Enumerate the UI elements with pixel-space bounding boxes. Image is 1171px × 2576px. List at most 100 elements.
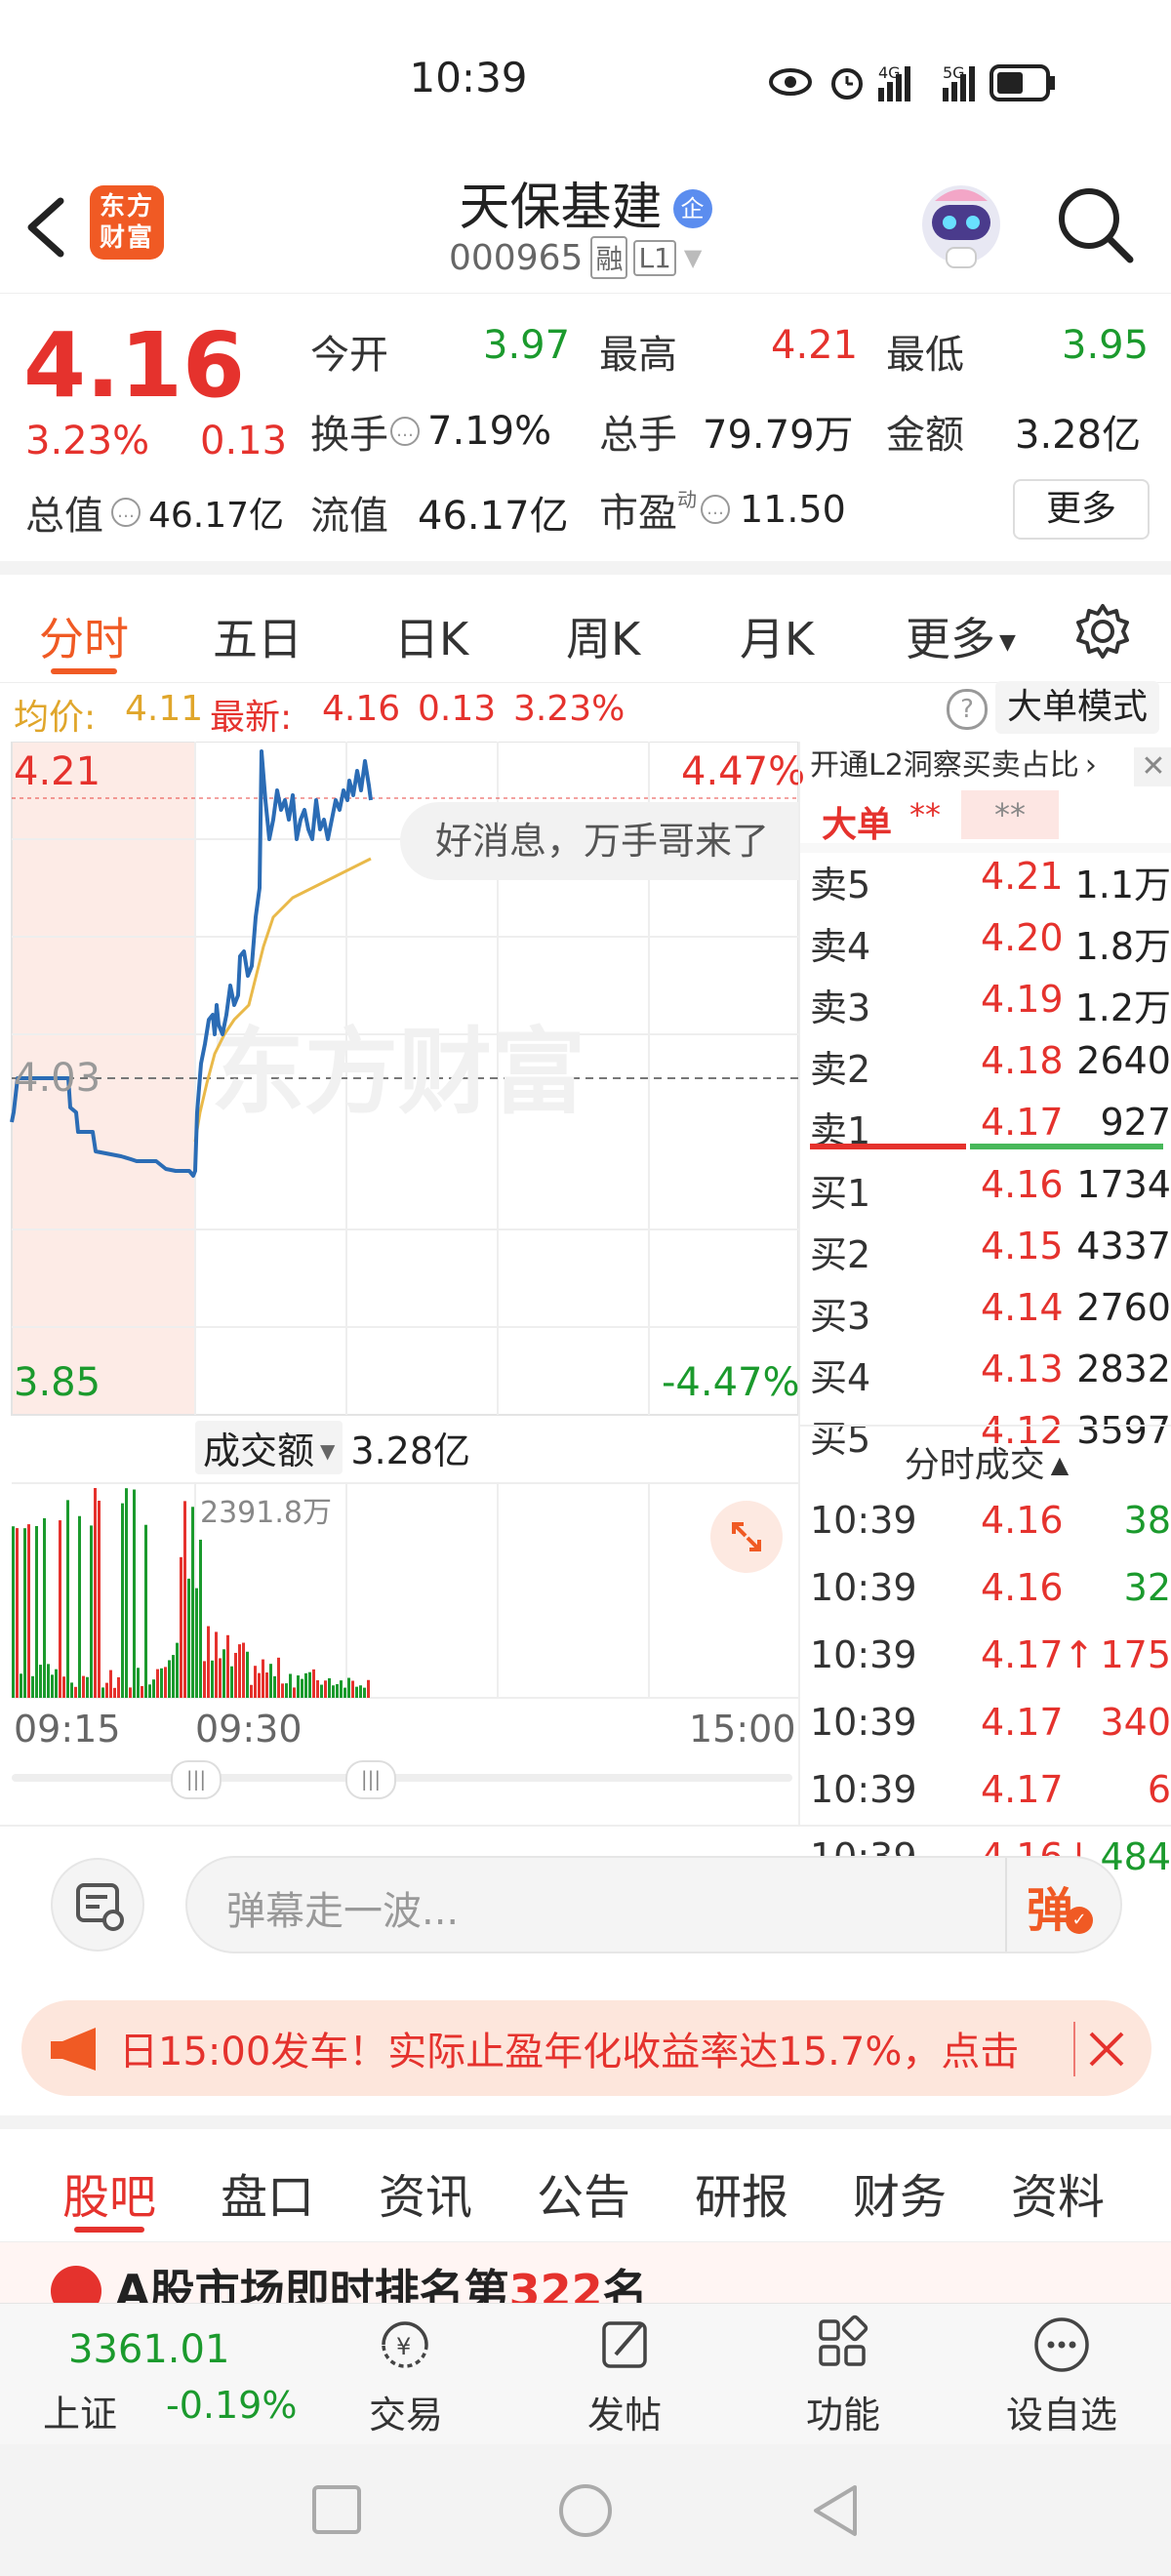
tab-pankou[interactable]: 盘口 [221,2158,314,2227]
ask-row[interactable]: 卖4 4.20 1.8万 [810,916,1171,968]
danmu-input[interactable]: 弹幕走一波... 弹 ✓ [185,1856,1122,1953]
time-label-start: 09:15 [14,1708,121,1751]
index-value[interactable]: 3361.01 [68,2327,229,2372]
volume-bar [332,1685,335,1698]
ask-row[interactable]: 卖2 4.18 2640 [810,1039,1171,1091]
big-order-stars: ** [909,796,941,833]
tab-research[interactable]: 研报 [695,2158,788,2227]
big-order-mode-button[interactable]: 大单模式 [995,681,1159,734]
nav-post[interactable]: 发帖 [546,2314,703,2438]
enterprise-badge: 企 [672,189,712,228]
help-icon[interactable]: ? [947,689,988,730]
volume-bar [141,1685,143,1698]
ask-row[interactable]: 卖5 4.21 1.1万 [810,855,1171,906]
intraday-chart-svg: 东方财富 [10,742,798,1699]
close-icon[interactable]: ✕ [1134,747,1171,786]
tab-daily-k[interactable]: 日K [394,604,468,668]
ranking-teaser[interactable]: A股市场即时排名第322名 [0,2242,1171,2303]
price-info-bar: 均价: 4.11 最新: 4.16 0.13 3.23% ? 大单模式 [0,673,1171,742]
time-range-slider-track[interactable] [12,1774,792,1782]
tab-weekly-k[interactable]: 周K [566,604,640,668]
divider [1073,2022,1075,2076]
volume-bar [164,1667,167,1698]
tab-finance[interactable]: 财务 [853,2158,947,2227]
time-label-close: 15:00 [689,1708,796,1751]
high-label: 最高 [599,333,677,378]
volume-bar [230,1666,233,1698]
caret-down-icon: ▼ [320,1439,336,1463]
gear-icon[interactable] [1073,602,1132,661]
volume-bar [94,1488,97,1698]
change-percent: 3.23% [25,419,150,463]
l2-link-label: 开通L2洞察买卖占比 [810,748,1079,783]
close-icon[interactable] [1087,2030,1126,2069]
tab-five-day[interactable]: 五日 [213,604,303,668]
volume-bar [359,1685,362,1698]
bid-row[interactable]: 买2 4.15 4337 [810,1225,1171,1276]
danmu-settings-button[interactable] [51,1858,144,1952]
high-value: 4.21 [771,323,859,368]
total-cap: 总值 … 46.17亿 [25,484,284,541]
info-icon[interactable]: … [390,417,420,446]
margin-tag: 融 [590,236,628,279]
search-icon[interactable] [1054,183,1136,265]
float-cap-value: 46.17亿 [418,494,569,539]
ranking-suffix: 名 [602,2265,648,2303]
tab-more[interactable]: 更多 ▼ [906,604,1016,668]
volume-bar [121,1503,124,1698]
volume-bar [109,1670,112,1698]
bid-row[interactable]: 买1 4.16 1734 [810,1163,1171,1215]
tab-announcements[interactable]: 公告 [537,2158,630,2227]
tab-monthly-k[interactable]: 月K [740,604,814,668]
tab-guba[interactable]: 股吧 [62,2158,156,2227]
danmu-send-button[interactable]: 弹 ✓ [1027,1872,1105,1940]
index-name[interactable]: 上证 [43,2384,117,2437]
slider-handle-right[interactable]: ||| [345,1760,396,1799]
tab-profile[interactable]: 资料 [1011,2158,1105,2227]
brand-logo[interactable]: 东方财富 [90,185,164,260]
news-bubble[interactable]: 好消息，万手哥来了 [400,802,798,880]
volume-bar [304,1672,307,1698]
expand-button[interactable] [710,1501,783,1573]
volume-dropdown[interactable]: 成交额 ▼ [195,1421,343,1474]
tab-intraday[interactable]: 分时 [39,604,129,668]
more-button[interactable]: 更多 [1013,479,1150,540]
volume-bar [105,1682,108,1698]
y-mid-label: 4.03 [14,1056,101,1101]
info-icon[interactable]: … [701,495,730,524]
volume-bar [156,1669,159,1698]
more-icon [1034,2317,1089,2372]
ticks-header[interactable]: 分时成交 ▲ [800,1436,1171,1487]
buy-sell-ratio-bar-red [810,1144,966,1149]
bid-row[interactable]: 买4 4.13 2832 [810,1348,1171,1399]
stock-code-row: 000965 融 L1 ▼ [449,236,702,279]
slider-handle-left[interactable]: ||| [171,1760,222,1799]
l2-link[interactable]: 开通L2洞察买卖占比 › [810,742,1132,790]
home-icon[interactable] [556,2481,615,2540]
divider [800,1425,1171,1427]
back-icon[interactable] [21,193,70,262]
nav-trade[interactable]: ¥ 交易 [328,2314,484,2438]
volume-bar [148,1684,151,1698]
ask-row[interactable]: 卖3 4.19 1.2万 [810,978,1171,1029]
total-cap-value: 46.17亿 [148,496,285,536]
volume-bar [39,1665,42,1698]
chevron-down-icon[interactable]: ▼ [684,244,702,271]
nav-functions[interactable]: 功能 [765,2314,921,2438]
tab-news[interactable]: 资讯 [379,2158,472,2227]
banner-text: 日15:00发车！实际止盈年化收益率达15.7%，点击 [119,2030,1020,2074]
volume-bar [98,1500,101,1698]
robot-assistant-icon[interactable] [915,178,1007,275]
recent-apps-icon[interactable] [310,2483,365,2538]
volume-value: 79.79万 [703,413,854,458]
volume-bar [20,1673,22,1698]
nav-add-watchlist[interactable]: 设自选 [984,2314,1140,2438]
promo-banner[interactable]: 日15:00发车！实际止盈年化收益率达15.7%，点击 [21,2000,1151,2096]
bid-row[interactable]: 买3 4.14 2760 [810,1286,1171,1338]
volume-bar [343,1687,346,1698]
info-icon[interactable]: … [111,498,141,527]
intraday-chart[interactable]: 东方财富 4.21 4.47% 4.03 3.85 -4.47% 好消息，万手哥… [0,742,805,1825]
level-tag: L1 [633,239,676,276]
back-nav-icon[interactable] [806,2481,865,2540]
ask-level-label: 卖2 [810,1048,871,1091]
